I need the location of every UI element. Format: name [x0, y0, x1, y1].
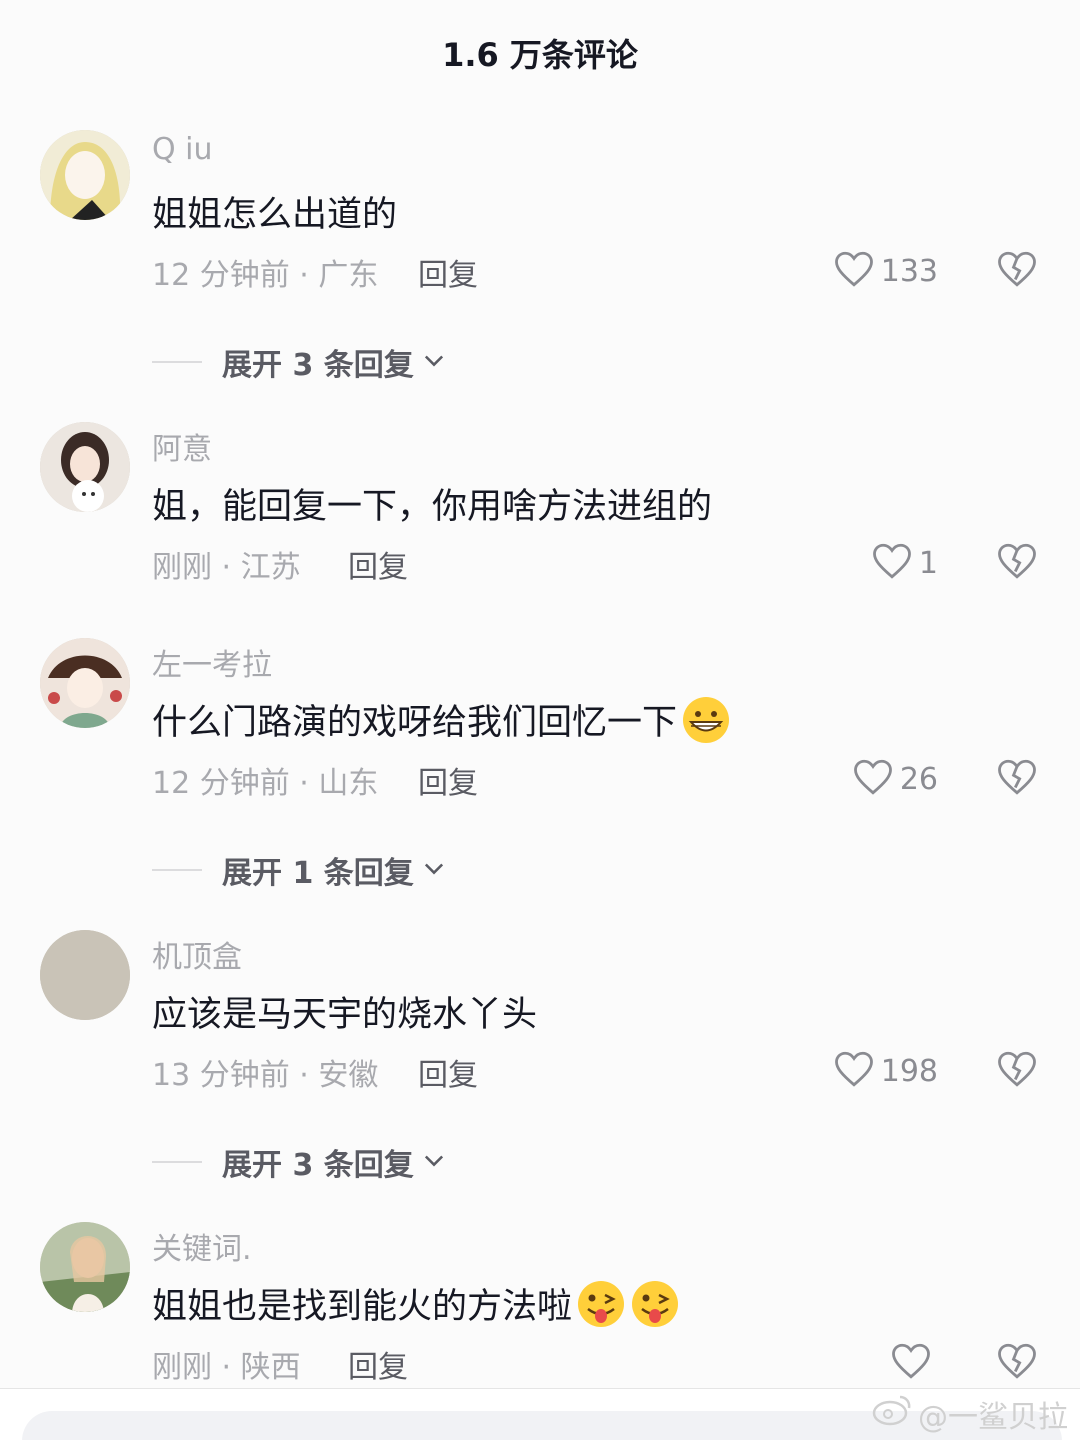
avatar[interactable]	[40, 1222, 130, 1312]
username[interactable]: 左一考拉	[152, 640, 272, 684]
username[interactable]: 阿意	[152, 424, 212, 468]
like-button[interactable]: 26	[852, 756, 938, 802]
comment-text: 应该是马天宇的烧水丫头	[152, 986, 537, 1037]
comment-meta: 刚刚 · 陕西	[152, 1350, 301, 1385]
like-button[interactable]	[890, 1340, 938, 1386]
dislike-button[interactable]	[996, 1340, 1038, 1382]
reply-button[interactable]: 回复	[418, 1050, 478, 1094]
broken-heart-icon	[996, 543, 1038, 586]
divider-line	[152, 1161, 202, 1163]
like-count: 26	[899, 761, 938, 797]
like-count: 1	[918, 545, 938, 581]
avatar[interactable]	[40, 130, 130, 220]
heart-outline-icon	[833, 1048, 875, 1094]
avatar[interactable]	[40, 930, 130, 1020]
like-count: 198	[880, 1053, 938, 1089]
expand-replies-button[interactable]: 展开 3 条回复	[152, 340, 448, 384]
dislike-button[interactable]	[996, 540, 1038, 582]
comment-meta: 13 分钟前 · 安徽	[152, 1058, 379, 1093]
chevron-down-icon	[414, 346, 448, 378]
tongue-wink-emoji-icon	[576, 1279, 626, 1329]
comment-meta: 刚刚 · 江苏	[152, 550, 301, 585]
like-button[interactable]: 198	[833, 1048, 938, 1094]
expand-replies-label: 展开 3 条回复	[222, 1148, 414, 1183]
heart-outline-icon	[890, 1340, 932, 1386]
comment-text-body: 姐姐怎么出道的	[152, 195, 398, 235]
reply-button[interactable]: 回复	[418, 758, 478, 802]
username[interactable]: Q iu	[152, 132, 213, 167]
watermark-text: @一鲨贝拉	[918, 1400, 1068, 1435]
divider-line	[152, 869, 202, 871]
divider-line	[152, 361, 202, 363]
tongue-wink-emoji-icon	[630, 1279, 680, 1329]
reply-button[interactable]: 回复	[418, 250, 478, 294]
broken-heart-icon	[996, 1343, 1038, 1386]
expand-replies-label: 展开 3 条回复	[222, 348, 414, 383]
comment-text: 什么门路演的戏呀给我们回忆一下	[152, 694, 731, 745]
username[interactable]: 机顶盒	[152, 932, 242, 976]
reply-button[interactable]: 回复	[348, 542, 408, 586]
weibo-logo-icon	[872, 1393, 912, 1435]
grin-emoji-icon	[681, 695, 731, 745]
broken-heart-icon	[996, 1051, 1038, 1094]
dislike-button[interactable]	[996, 248, 1038, 290]
heart-outline-icon	[833, 248, 875, 294]
watermark: @一鲨贝拉	[872, 1392, 1068, 1436]
comment-meta: 12 分钟前 · 山东	[152, 766, 379, 801]
comment-text: 姐姐也是找到能火的方法啦	[152, 1278, 680, 1329]
avatar[interactable]	[40, 638, 130, 728]
comment-text-body: 姐姐也是找到能火的方法啦	[152, 1287, 573, 1327]
comment-text-body: 什么门路演的戏呀给我们回忆一下	[152, 703, 678, 743]
comments-page: 1.6 万条评论 Q iu 姐姐怎么出道的 12 分钟前 · 广东 回复 133…	[0, 0, 1080, 1440]
comment-count-title: 1.6 万条评论	[442, 36, 638, 74]
expand-replies-label: 展开 1 条回复	[222, 856, 414, 891]
comment-text-body: 应该是马天宇的烧水丫头	[152, 995, 538, 1035]
dislike-button[interactable]	[996, 756, 1038, 798]
expand-replies-button[interactable]: 展开 3 条回复	[152, 1140, 448, 1184]
broken-heart-icon	[996, 251, 1038, 294]
dislike-button[interactable]	[996, 1048, 1038, 1090]
comment-text-body: 姐，能回复一下，你用啥方法进组的	[152, 487, 713, 527]
chevron-down-icon	[414, 854, 448, 886]
like-button[interactable]: 133	[833, 248, 938, 294]
heart-outline-icon	[871, 540, 913, 586]
expand-replies-button[interactable]: 展开 1 条回复	[152, 848, 448, 892]
comment-meta: 12 分钟前 · 广东	[152, 258, 379, 293]
heart-outline-icon	[852, 756, 894, 802]
broken-heart-icon	[996, 759, 1038, 802]
reply-button[interactable]: 回复	[348, 1342, 408, 1386]
avatar[interactable]	[40, 422, 130, 512]
comment-text: 姐姐怎么出道的	[152, 186, 397, 237]
like-count: 133	[880, 253, 938, 289]
like-button[interactable]: 1	[871, 540, 938, 586]
chevron-down-icon	[414, 1146, 448, 1178]
comment-text: 姐，能回复一下，你用啥方法进组的	[152, 478, 712, 529]
username[interactable]: 关键词.	[152, 1224, 252, 1268]
